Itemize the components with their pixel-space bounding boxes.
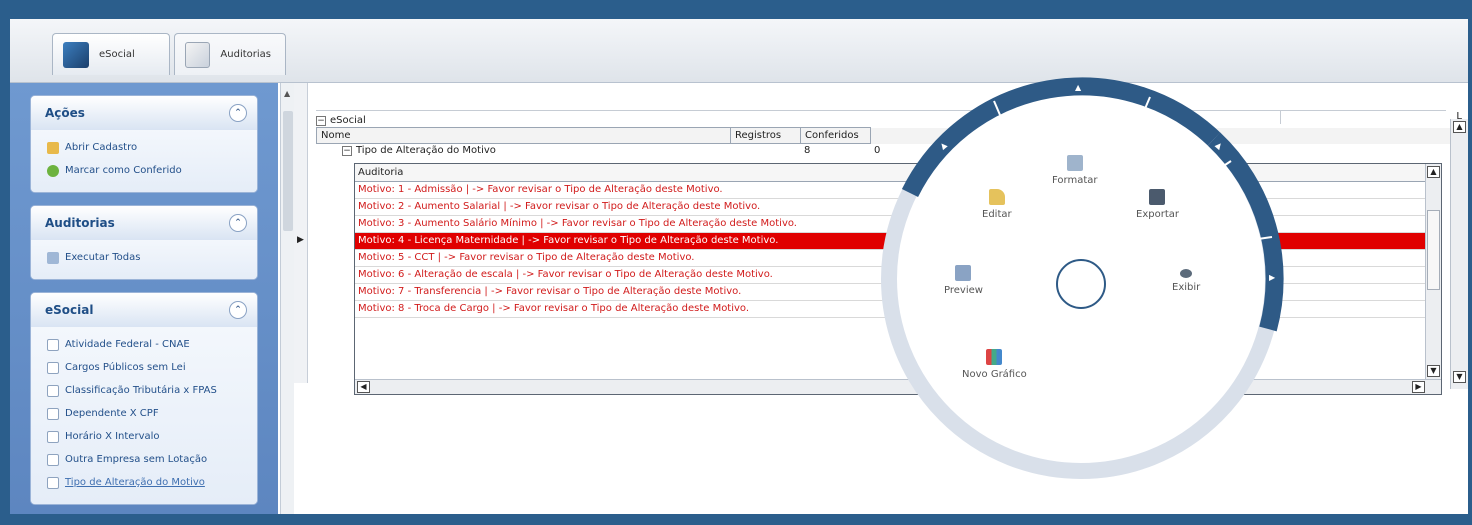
document-icon <box>47 361 59 374</box>
menu-item-formatar[interactable]: Formatar <box>1052 155 1097 186</box>
panel-esocial-header[interactable]: eSocial ⌃ <box>31 293 257 327</box>
document-icon <box>47 338 59 351</box>
app-window: eSocial Auditorias Ações ⌃ Abrir Cadastr… <box>10 19 1468 514</box>
audit-icon <box>185 41 211 68</box>
menu-item-exportar[interactable]: Exportar <box>1136 189 1179 220</box>
tab-auditorias[interactable]: Auditorias <box>174 33 286 75</box>
panel-auditorias-header[interactable]: Auditorias ⌃ <box>31 206 257 240</box>
collapse-icon[interactable]: ⌃ <box>229 214 247 232</box>
current-row-icon: ▶ <box>297 235 304 245</box>
collapse-icon[interactable]: ⌃ <box>229 104 247 122</box>
sidebar-item-dependente[interactable]: Dependente X CPF <box>47 402 245 425</box>
inner-vertical-scrollbar[interactable]: ▲ ▼ <box>1425 164 1441 379</box>
group-label: Tipo de Alteração do Motivo <box>356 145 496 156</box>
sidebar-item-classificacao[interactable]: Classificação Tributária x FPAS <box>47 379 245 402</box>
menu-item-label: Editar <box>982 209 1012 220</box>
tab-esocial[interactable]: eSocial <box>52 33 170 75</box>
menu-item-label: Novo Gráfico <box>962 369 1027 380</box>
document-icon <box>47 384 59 397</box>
scroll-down-icon[interactable]: ▼ <box>1453 371 1466 383</box>
sidebar-item-label: Cargos Públicos sem Lei <box>65 362 186 373</box>
collapse-icon[interactable]: ⌃ <box>229 301 247 319</box>
scroll-thumb[interactable] <box>283 111 293 231</box>
sidebar-item-label: Executar Todas <box>65 252 141 263</box>
panel-title: Ações <box>45 106 85 120</box>
eye-icon <box>1180 269 1193 278</box>
scroll-down-icon[interactable]: ▼ <box>1427 365 1440 377</box>
sidebar-item-tipo-alteracao[interactable]: Tipo de Alteração do Motivo <box>47 471 245 494</box>
scroll-left-icon[interactable]: ◀ <box>357 381 370 393</box>
panel-esocial: eSocial ⌃ Atividade Federal - CNAE Cargo… <box>30 292 258 505</box>
panel-acoes-header[interactable]: Ações ⌃ <box>31 96 257 130</box>
panel-title: eSocial <box>45 303 94 317</box>
run-icon <box>47 251 59 264</box>
sidebar-item-label: Atividade Federal - CNAE <box>65 339 190 350</box>
sidebar: Ações ⌃ Abrir Cadastro Marcar como Confe… <box>10 83 278 514</box>
document-icon <box>47 453 59 466</box>
collapse-tree-icon[interactable]: − <box>342 145 352 156</box>
check-icon <box>47 164 59 177</box>
column-header-nome[interactable]: Nome <box>316 127 731 144</box>
document-icon <box>47 430 59 443</box>
document-icon <box>47 476 59 489</box>
radial-context-menu: ▲ ▲ ▲ ▶ Formatar Editar Exportar Preview… <box>876 69 1296 489</box>
sidebar-item-abrir-cadastro[interactable]: Abrir Cadastro <box>47 136 245 159</box>
sidebar-item-label: Tipo de Alteração do Motivo <box>65 477 205 488</box>
format-icon <box>1066 155 1083 171</box>
sidebar-item-label: Marcar como Conferido <box>65 165 182 176</box>
grid-root: − eSocial <box>316 115 366 126</box>
menu-item-label: Exibir <box>1172 282 1201 293</box>
ring-arrow-right-icon[interactable]: ▶ <box>1269 273 1275 282</box>
scroll-right-icon[interactable]: ▶ <box>1412 381 1425 393</box>
menu-item-label: Formatar <box>1052 175 1098 186</box>
panel-title: Auditorias <box>45 216 115 230</box>
outer-vertical-scrollbar[interactable]: ▲ ▼ <box>1450 119 1468 389</box>
sidebar-item-executar-todas[interactable]: Executar Todas <box>47 246 245 269</box>
sidebar-item-label: Horário X Intervalo <box>65 431 160 442</box>
tab-esocial-label: eSocial <box>99 49 135 60</box>
group-row[interactable]: − Tipo de Alteração do Motivo <box>342 145 496 156</box>
sidebar-item-label: Abrir Cadastro <box>65 142 138 153</box>
radial-center-button[interactable] <box>1056 259 1106 309</box>
sidebar-item-cnae[interactable]: Atividade Federal - CNAE <box>47 333 245 356</box>
panel-auditorias: Auditorias ⌃ Executar Todas <box>30 205 258 280</box>
sidebar-item-label: Dependente X CPF <box>65 408 159 419</box>
group-registros: 8 <box>804 145 811 156</box>
scroll-up-icon[interactable]: ▲ <box>1427 166 1440 178</box>
edit-icon <box>988 189 1005 205</box>
menu-item-exibir[interactable]: Exibir <box>1172 269 1200 293</box>
panel-acoes: Ações ⌃ Abrir Cadastro Marcar como Confe… <box>30 95 258 193</box>
esocial-icon <box>63 41 89 68</box>
menu-item-editar[interactable]: Editar <box>982 189 1012 220</box>
scroll-thumb[interactable] <box>1427 210 1440 290</box>
menu-item-novo-grafico[interactable]: Novo Gráfico <box>962 349 1027 380</box>
save-icon <box>1149 189 1166 205</box>
chart-icon <box>986 349 1003 365</box>
sidebar-item-horario[interactable]: Horário X Intervalo <box>47 425 245 448</box>
tab-auditorias-label: Auditorias <box>220 49 271 60</box>
sidebar-item-label: Outra Empresa sem Lotação <box>65 454 208 465</box>
column-header-conferidos[interactable]: Conferidos <box>800 127 871 144</box>
sidebar-item-label: Classificação Tributária x FPAS <box>65 385 217 396</box>
column-header-registros[interactable]: Registros <box>730 127 801 144</box>
sidebar-item-outra-empresa[interactable]: Outra Empresa sem Lotação <box>47 448 245 471</box>
collapse-tree-icon[interactable]: − <box>316 115 326 126</box>
sidebar-item-cargos[interactable]: Cargos Públicos sem Lei <box>47 356 245 379</box>
document-icon <box>47 407 59 420</box>
sidebar-scrollbar[interactable]: ▲ <box>280 83 294 514</box>
sidebar-item-marcar-conferido[interactable]: Marcar como Conferido <box>47 159 245 182</box>
edit-icon <box>47 141 59 154</box>
preview-icon <box>955 265 972 281</box>
scroll-up-icon[interactable]: ▲ <box>1453 121 1466 133</box>
scroll-up-icon[interactable]: ▲ <box>284 89 290 98</box>
grid-root-label: eSocial <box>330 115 366 126</box>
menu-item-preview[interactable]: Preview <box>944 265 983 296</box>
menu-item-label: Exportar <box>1136 209 1179 220</box>
menu-item-label: Preview <box>944 285 983 296</box>
row-indicator-column: ▶ <box>294 83 308 383</box>
ring-arrow-up-icon[interactable]: ▲ <box>1075 83 1081 92</box>
